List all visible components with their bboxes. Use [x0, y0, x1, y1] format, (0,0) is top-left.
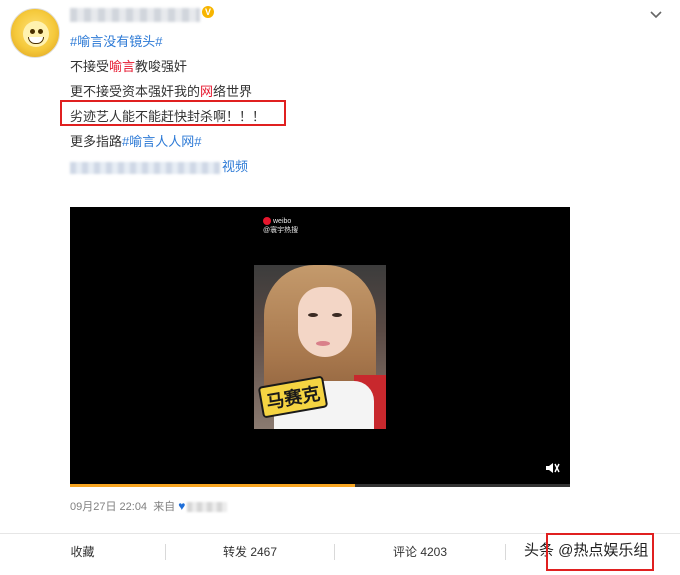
weibo-logo-icon — [263, 217, 271, 226]
video-lips — [316, 341, 330, 346]
avatar[interactable] — [10, 8, 60, 58]
mute-icon[interactable] — [544, 460, 560, 476]
link-redacted — [70, 161, 220, 174]
repost-button[interactable]: 转发 2467 — [166, 534, 334, 575]
post-time[interactable]: 09月27日 22:04 — [70, 501, 147, 513]
action-separator — [505, 544, 506, 560]
post-line-2: 更不接受资本强奸我的网络世界 — [70, 84, 253, 99]
chevron-down-icon[interactable] — [648, 6, 664, 22]
video-progress-bar[interactable] — [70, 484, 570, 487]
post-topic[interactable]: #喻言没有镜头# — [70, 31, 162, 50]
avatar-eye — [38, 29, 43, 34]
highlight-keyword: 喻言 — [109, 59, 136, 74]
favorite-button[interactable]: 收藏 — [0, 534, 165, 575]
heart-icon: ♥ — [178, 499, 186, 513]
annotation-box — [546, 533, 654, 571]
annotation-box — [60, 100, 286, 126]
source-label: 来自 — [153, 501, 176, 513]
highlight-keyword: 网 — [200, 84, 214, 99]
video-player[interactable]: weibo @寰宇热搜 马赛克 — [70, 207, 570, 487]
video-eye — [332, 313, 342, 317]
post-line-1: 不接受喻言教唆强奸 — [70, 59, 188, 74]
comment-button[interactable]: 评论 4203 — [335, 534, 505, 575]
video-frame: 马赛克 — [254, 265, 386, 429]
video-logo: weibo @寰宇热搜 — [263, 217, 299, 234]
post-meta: 09月27日 22:04 来自 ♥ — [70, 498, 228, 514]
video-link-line[interactable]: 视频 — [70, 156, 248, 175]
topic-link[interactable]: #喻言人人网# — [122, 134, 201, 149]
video-face — [298, 287, 352, 357]
source-redacted — [187, 502, 228, 513]
avatar-eye — [30, 29, 35, 34]
video-eye — [308, 313, 318, 317]
video-link[interactable]: 视频 — [222, 159, 248, 174]
username-redacted[interactable] — [70, 8, 200, 22]
post-line-4: 更多指路#喻言人人网# — [70, 134, 202, 149]
video-progress-fill — [70, 484, 355, 487]
verified-badge-icon: V — [202, 6, 214, 18]
